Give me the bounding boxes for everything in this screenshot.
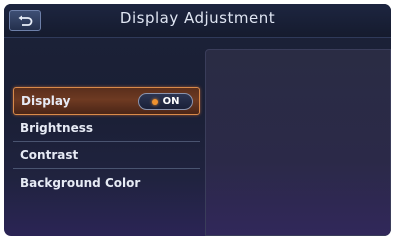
page-title: Display Adjustment [119, 9, 276, 27]
display-toggle[interactable]: ON [138, 93, 193, 110]
header-bar: Display Adjustment [4, 4, 391, 38]
on-indicator-icon [151, 98, 158, 105]
settings-menu: Display ON Brightness Contrast Backgroun… [13, 87, 200, 196]
back-button[interactable] [9, 10, 41, 31]
menu-item-label: Brightness [20, 121, 94, 135]
display-screen: Display Adjustment Display ON Brightness… [4, 4, 391, 236]
preview-panel [205, 49, 391, 236]
menu-item-brightness[interactable]: Brightness [13, 115, 200, 142]
menu-item-background-color[interactable]: Background Color [13, 169, 200, 196]
menu-item-label: Background Color [20, 175, 141, 190]
menu-item-contrast[interactable]: Contrast [13, 142, 200, 169]
back-arrow-icon [17, 15, 33, 27]
menu-item-label: Display [21, 94, 71, 108]
toggle-state: ON [162, 96, 180, 107]
menu-item-display[interactable]: Display ON [13, 87, 200, 115]
menu-item-label: Contrast [20, 148, 79, 162]
